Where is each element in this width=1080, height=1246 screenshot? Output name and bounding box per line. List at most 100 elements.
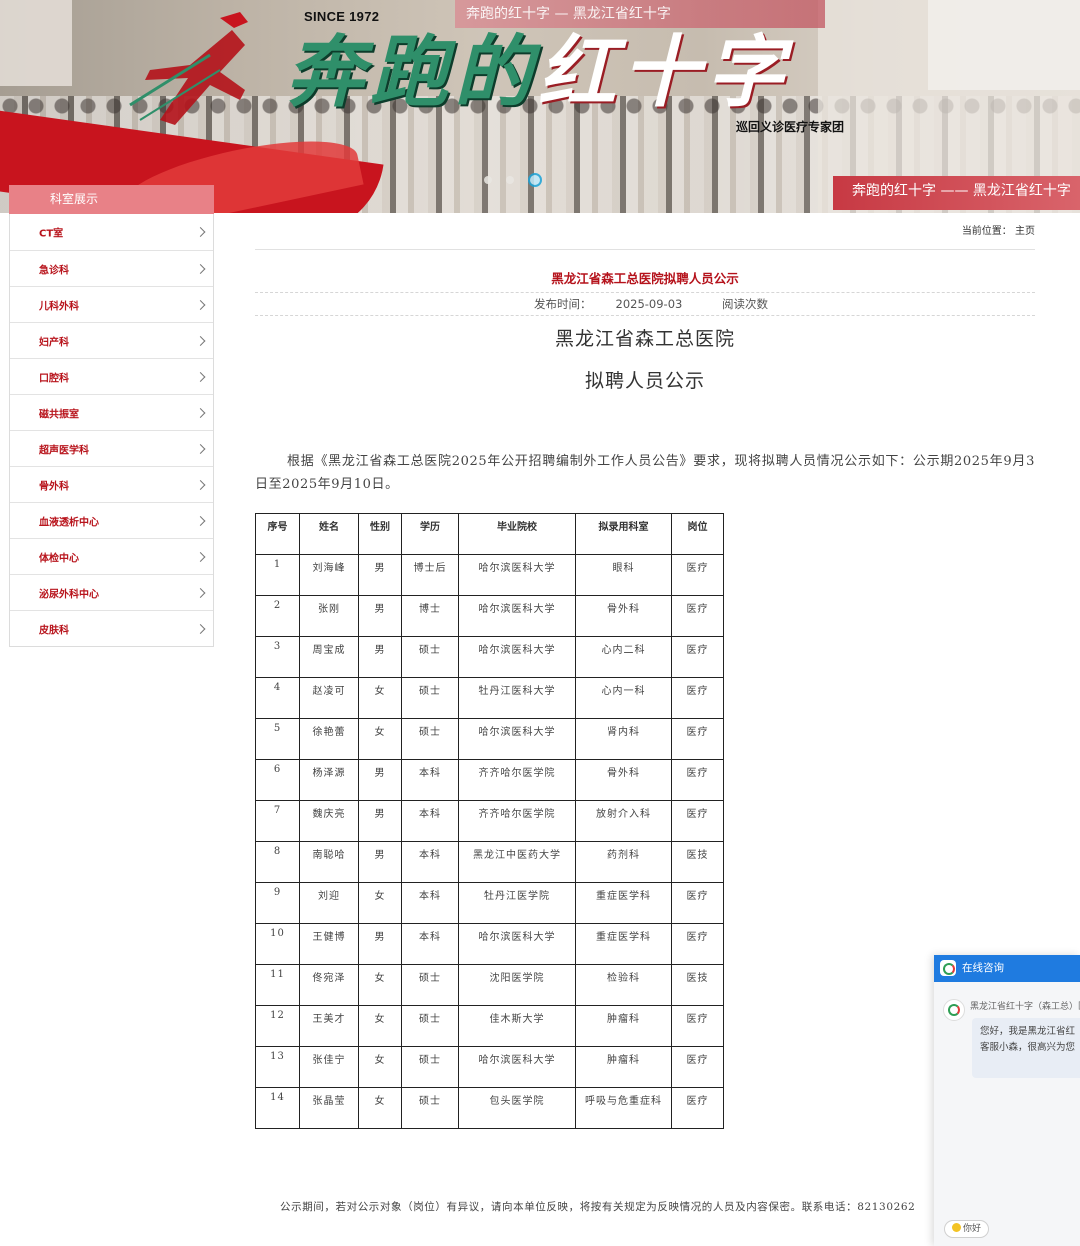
table-cell: 男 (358, 554, 402, 596)
sidebar-item[interactable]: 皮肤科 (10, 610, 213, 646)
breadcrumb-prefix: 当前位置： (961, 226, 1012, 237)
table-cell: 眼科 (575, 554, 672, 596)
table-row: 3 周宝成男硕士 哈尔滨医科大学 心内二科 医疗 (255, 636, 724, 678)
sidebar-item-label: 急诊科 (39, 265, 69, 276)
breadcrumb-home-link[interactable]: 主页 (1015, 222, 1035, 237)
table-cell: 本科 (401, 759, 459, 801)
sidebar: 科室展示 CT室 急诊科 儿科外科 妇产科 口腔科 磁共振室 超声医学科 骨外科 血液透析中心体… (9, 185, 214, 647)
sidebar-item[interactable]: 骨外科 (10, 466, 213, 502)
table-cell: 9 (255, 882, 300, 924)
table-header-cell: 学历 (401, 513, 459, 555)
table-header-row: 序号 姓名 性别 学历 毕业院校 拟录用科室 岗位 (255, 513, 724, 555)
sidebar-item[interactable]: 妇产科 (10, 322, 213, 358)
table-row: 13 张佳宁女硕士 哈尔滨医科大学 肿瘤科 医疗 (255, 1046, 724, 1088)
chat-sender-name: 黑龙江省红十字（森工总）医 (970, 1002, 1080, 1012)
sidebar-item[interactable]: 血液透析中心 (10, 502, 213, 538)
sidebar-item[interactable]: CT室 (10, 214, 213, 250)
table-row: 11 佟宛泽女硕士 沈阳医学院 检验科 医技 (255, 964, 724, 1006)
chat-message-line-1: 您好，我是黑龙江省红 (980, 1026, 1076, 1037)
smile-emoji-icon (952, 1223, 961, 1232)
table-cell: 10 (255, 923, 300, 965)
table-cell: 徐艳蕾 (299, 718, 359, 760)
table-cell: 沈阳医学院 (458, 964, 576, 1006)
table-cell: 硕士 (401, 1046, 459, 1088)
table-cell: 医疗 (671, 718, 724, 760)
online-chat-widget[interactable]: 在线咨询 黑龙江省红十字（森工总）医 您好，我是黑龙江省红 客服小森，很高兴为您… (934, 955, 1080, 1246)
carousel-dots (484, 169, 556, 188)
carousel-dot-3[interactable] (528, 172, 542, 187)
table-cell: 哈尔滨医科大学 (458, 923, 576, 965)
chevron-right-icon (195, 371, 206, 382)
table-cell: 医疗 (671, 595, 724, 637)
sidebar-item-label: CT室 (39, 228, 64, 240)
table-header-cell: 姓名 (299, 513, 359, 555)
banner-title: 奔跑的红十字 (286, 10, 790, 122)
sidebar-item-label: 磁共振室 (39, 409, 79, 420)
table-cell: 哈尔滨医科大学 (458, 554, 576, 596)
chat-header[interactable]: 在线咨询 (934, 955, 1080, 982)
article-footnote: 公示期间，若对公示对象（岗位）有异议，请向本单位反映，将按有关规定为反映情况的人… (280, 1201, 916, 1213)
sidebar-list: CT室急诊科儿科外科妇产科口腔科磁共振室超声医学科 骨外科 血液透析中心 体检中心泌尿… (9, 214, 214, 647)
sidebar-item[interactable]: 儿科外科 (10, 286, 213, 322)
table-cell: 女 (358, 1046, 402, 1088)
table-cell: 哈尔滨医科大学 (458, 595, 576, 637)
table-cell: 哈尔滨医科大学 (458, 1046, 576, 1088)
table-cell: 男 (358, 923, 402, 965)
table-cell: 女 (358, 1087, 402, 1129)
table-cell: 医疗 (671, 800, 724, 842)
chevron-right-icon (195, 263, 206, 274)
quick-reply-button[interactable]: 你好 (944, 1220, 990, 1238)
table-header-cell: 毕业院校 (458, 513, 576, 555)
table-cell: 骨外科 (575, 595, 672, 637)
table-cell: 女 (358, 1005, 402, 1047)
table-cell: 医疗 (671, 636, 724, 678)
table-cell: 哈尔滨医科大学 (458, 718, 576, 760)
sidebar-item[interactable]: 口腔科 (10, 358, 213, 394)
sidebar-item[interactable]: 泌尿外科中心 (10, 574, 213, 610)
table-row: 1 刘海峰男博士后 哈尔滨医科大学 眼科 医疗 (255, 554, 724, 596)
table-cell: 男 (358, 800, 402, 842)
table-cell: 男 (358, 636, 402, 678)
chevron-right-icon (195, 623, 206, 634)
chevron-right-icon (195, 335, 206, 346)
table-cell: 女 (358, 677, 402, 719)
table-header-cell: 性别 (358, 513, 402, 555)
table-cell: 医疗 (671, 1046, 724, 1088)
sidebar-item[interactable]: 磁共振室 (10, 394, 213, 430)
sidebar-item[interactable]: 急诊科 (10, 250, 213, 286)
document-heading-2: 拟聘人员公示 (584, 370, 705, 392)
table-cell: 牡丹江医学院 (458, 882, 576, 924)
table-row: 2 张刚男博士 哈尔滨医科大学 骨外科 医疗 (255, 595, 724, 637)
sidebar-item-label: 妇产科 (39, 337, 69, 348)
table-cell: 12 (255, 1005, 300, 1047)
breadcrumb: 当前位置： 主页 (255, 222, 1035, 250)
banner-title-part2: 红十字 (538, 27, 791, 118)
carousel-dot-2[interactable] (506, 176, 514, 184)
table-cell: 牡丹江医科大学 (458, 677, 576, 719)
carousel-dot-1[interactable] (484, 176, 492, 184)
table-cell: 硕士 (401, 964, 459, 1006)
chat-header-title: 在线咨询 (962, 962, 1004, 974)
table-row: 6 杨泽源男本科 齐齐哈尔医学院 骨外科 医疗 (255, 759, 724, 801)
document-heading-1: 黑龙江省森工总医院 (554, 328, 735, 350)
table-cell: 女 (358, 882, 402, 924)
table-cell: 硕士 (401, 718, 459, 760)
chevron-right-icon (195, 587, 206, 598)
table-header-cell: 拟录用科室 (575, 513, 672, 555)
table-header-cell: 岗位 (671, 513, 724, 555)
sidebar-item-label: 泌尿外科中心 (39, 589, 99, 600)
table-cell: 肿瘤科 (575, 1005, 672, 1047)
publish-date: 2025-09-03 (615, 297, 683, 311)
table-cell: 男 (358, 595, 402, 637)
table-body: 1 刘海峰男博士后 哈尔滨医科大学 眼科 医疗 2 张刚男博士 哈尔滨医科大学 骨外科 医疗 3 周宝… (255, 554, 724, 1129)
table-cell: 刘迎 (299, 882, 359, 924)
table-cell: 魏庆亮 (299, 800, 359, 842)
sidebar-item[interactable]: 体检中心 (10, 538, 213, 574)
table-cell: 王健博 (299, 923, 359, 965)
sidebar-item[interactable]: 超声医学科 (10, 430, 213, 466)
table-cell: 本科 (401, 841, 459, 883)
table-cell: 本科 (401, 882, 459, 924)
chevron-right-icon (195, 479, 206, 490)
table-cell: 放射介入科 (575, 800, 672, 842)
table-cell: 重症医学科 (575, 882, 672, 924)
